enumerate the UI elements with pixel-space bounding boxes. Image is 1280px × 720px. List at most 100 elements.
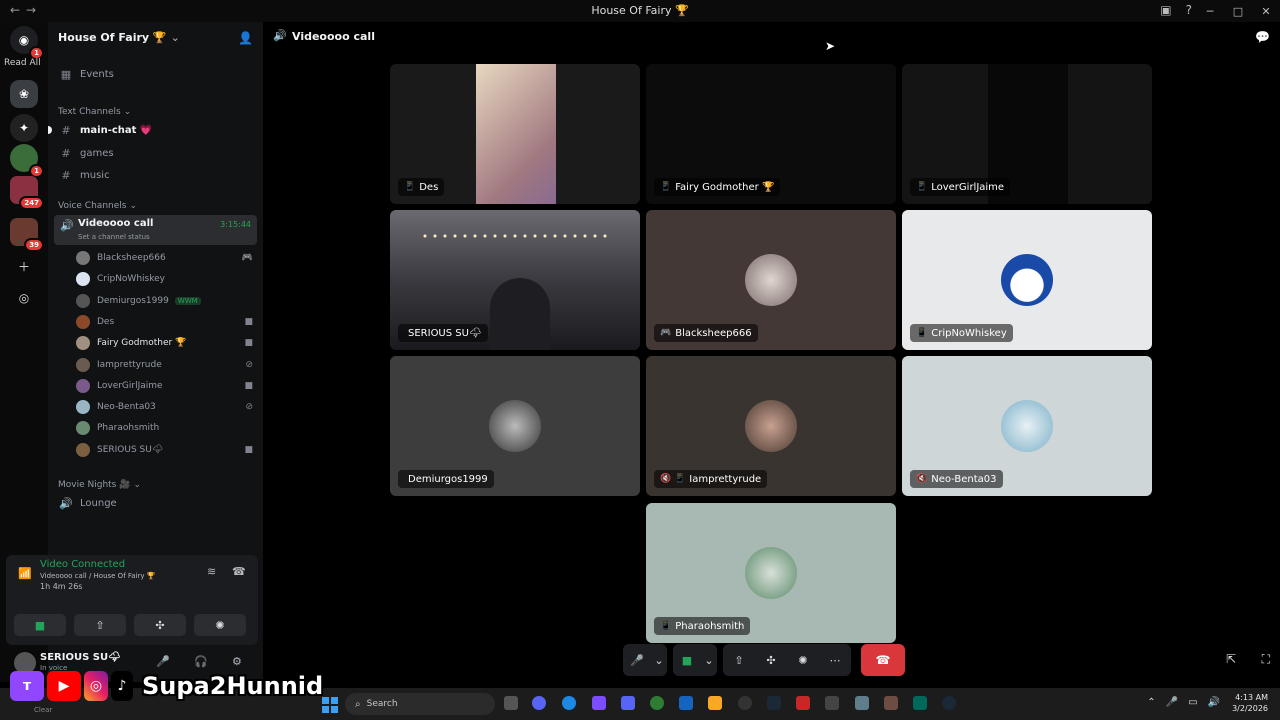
call-controls: 🎤 ⌄ ■ ⌄ ⇧ ✣ ✺ ⋯ ☎: [623, 644, 905, 676]
video-tile[interactable]: SERIOUS SU🌩: [390, 210, 640, 350]
windows-start-icon[interactable]: [322, 697, 338, 713]
soundboard-button[interactable]: ✺: [194, 614, 246, 636]
chevron-down-icon[interactable]: ⌄: [651, 644, 667, 676]
chat-bubble-icon[interactable]: 💬: [1255, 30, 1270, 44]
server-name-header[interactable]: House Of Fairy 🏆 ⌄: [58, 31, 180, 44]
search-icon: ⌕: [355, 698, 361, 710]
app-icon[interactable]: [884, 696, 898, 710]
app-icon[interactable]: [592, 696, 606, 710]
avatar: [76, 272, 90, 286]
signal-icon[interactable]: 📶: [18, 567, 32, 580]
terminal-icon[interactable]: [913, 696, 927, 710]
app-icon[interactable]: [825, 696, 839, 710]
video-tile[interactable]: 📱 LoverGirlJaime: [902, 64, 1152, 204]
video-tile[interactable]: 🎮 Blacksheep666: [646, 210, 896, 350]
settings-icon[interactable]: [855, 696, 869, 710]
edge-icon[interactable]: [562, 696, 576, 710]
voice-member[interactable]: SERIOUS SU🌩 ■: [76, 441, 257, 459]
hashtag-icon: #: [61, 146, 71, 160]
video-tile[interactable]: Demiurgos1999: [390, 356, 640, 496]
voice-member[interactable]: Pharaohsmith: [76, 419, 257, 437]
discord-home-icon[interactable]: ◉ 1: [10, 26, 44, 60]
server-icon-house-of-fairy[interactable]: ❀: [10, 80, 38, 108]
disconnect-icon[interactable]: ☎: [232, 565, 246, 578]
tile-label: SERIOUS SU🌩: [398, 324, 488, 342]
video-tile[interactable]: 🔇 📱 Iamprettyrude: [646, 356, 896, 496]
voice-member[interactable]: Neo-Benta03 ⊘: [76, 398, 257, 416]
soundboard-icon[interactable]: ✺: [787, 644, 819, 676]
connection-status[interactable]: Video Connected: [40, 559, 125, 570]
minimize-button[interactable]: ─: [1196, 0, 1224, 22]
set-channel-status[interactable]: Set a channel status: [78, 233, 150, 241]
channel-main-chat[interactable]: # main-chat 💗: [48, 120, 263, 140]
discord-app-icon[interactable]: [621, 696, 635, 710]
store-icon[interactable]: [679, 696, 693, 710]
voice-member[interactable]: Fairy Godmother 🏆 ■: [76, 334, 257, 352]
video-tile[interactable]: 🔇 Neo-Benta03: [902, 356, 1152, 496]
noise-suppression-icon[interactable]: ≋: [207, 565, 216, 578]
activities-button[interactable]: ✣: [134, 614, 186, 636]
hang-up-button[interactable]: ☎: [861, 644, 905, 676]
steam-icon[interactable]: [767, 696, 781, 710]
server-icon-3[interactable]: 1: [10, 144, 44, 178]
read-all-button[interactable]: Read All: [4, 58, 41, 68]
chevron-down-icon[interactable]: ⌄: [701, 644, 717, 676]
voice-member[interactable]: Demiurgos1999 WWM: [76, 292, 257, 310]
app-icon[interactable]: [796, 696, 810, 710]
video-tile[interactable]: 📱 Des: [390, 64, 640, 204]
taskbar-clock[interactable]: 4:13 AM 3/2/2026: [1232, 692, 1268, 714]
video-tile[interactable]: 📱 CripNoWhiskey: [902, 210, 1152, 350]
tile-label: 📱 Pharaohsmith: [654, 617, 751, 635]
video-tile[interactable]: 📱 Pharaohsmith: [646, 503, 896, 643]
events-row[interactable]: ▦ Events: [48, 64, 263, 84]
invite-icon[interactable]: 👤: [238, 31, 253, 45]
voice-member[interactable]: Des ■: [76, 313, 257, 331]
channel-games[interactable]: # games: [48, 143, 263, 163]
folder-icon[interactable]: [708, 696, 722, 710]
add-server-icon[interactable]: ＋: [10, 252, 38, 280]
avatar: [745, 254, 797, 306]
video-tile[interactable]: 📱 Fairy Godmother 🏆: [646, 64, 896, 204]
chrome-icon[interactable]: [650, 696, 664, 710]
category-voice-channels[interactable]: Voice Channels ⌄: [58, 201, 137, 211]
category-text-channels[interactable]: Text Channels ⌄: [58, 107, 131, 117]
help-icon[interactable]: ?: [1186, 3, 1192, 17]
inbox-icon[interactable]: ▣: [1160, 3, 1171, 17]
voice-channel-lounge[interactable]: 🔊 Lounge: [48, 493, 263, 513]
tile-label: 📱 Des: [398, 178, 445, 196]
server-folder-icon-2[interactable]: 39: [10, 218, 44, 252]
avatar: [76, 443, 90, 457]
voice-member[interactable]: CripNoWhiskey: [76, 270, 257, 288]
server-icon-2[interactable]: ✦: [10, 114, 38, 142]
task-view-icon[interactable]: [504, 696, 518, 710]
screen-share-button[interactable]: ⇧: [74, 614, 126, 636]
activities-icon[interactable]: ✣: [755, 644, 787, 676]
camera-toggle-button[interactable]: ■: [14, 614, 66, 636]
discover-icon[interactable]: ◎: [10, 284, 38, 312]
popout-icon[interactable]: ⇱: [1226, 652, 1236, 666]
channel-music[interactable]: # music: [48, 165, 263, 185]
speaker-icon: 🔊: [59, 496, 73, 510]
voice-member[interactable]: Iamprettyrude ⊘: [76, 356, 257, 374]
tile-label: 📱 Fairy Godmother 🏆: [654, 178, 781, 196]
taskbar-search[interactable]: ⌕ Search: [345, 693, 495, 715]
tile-label: 🔇 Neo-Benta03: [910, 470, 1003, 488]
maximize-button[interactable]: □: [1224, 0, 1252, 22]
server-folder-icon[interactable]: 247: [10, 176, 44, 210]
voice-member[interactable]: Blacksheep666 🎮: [76, 249, 257, 267]
camera-icon[interactable]: ■: [673, 644, 701, 676]
screen-share-icon[interactable]: ⇧: [723, 644, 755, 676]
voice-member[interactable]: LoverGirlJaime ■: [76, 377, 257, 395]
fullscreen-icon[interactable]: ⛶: [1262, 652, 1270, 667]
voice-channel-videoooo-call[interactable]: 🔊 Videoooo call 3:15:44 Set a channel st…: [54, 215, 257, 245]
close-button[interactable]: ✕: [1252, 0, 1280, 22]
tiktok-icon: ♪: [111, 671, 133, 701]
discord-taskbar-icon[interactable]: [532, 696, 546, 710]
microphone-icon[interactable]: 🎤: [623, 644, 651, 676]
system-tray[interactable]: ⌃ 🎤 ▭ 🔊: [1147, 697, 1220, 708]
avatar: [76, 315, 90, 329]
steam-icon-2[interactable]: [942, 696, 956, 710]
app-icon[interactable]: [738, 696, 752, 710]
category-movie-nights[interactable]: Movie Nights 🎥 ⌄: [58, 480, 141, 490]
more-icon[interactable]: ⋯: [819, 644, 851, 676]
